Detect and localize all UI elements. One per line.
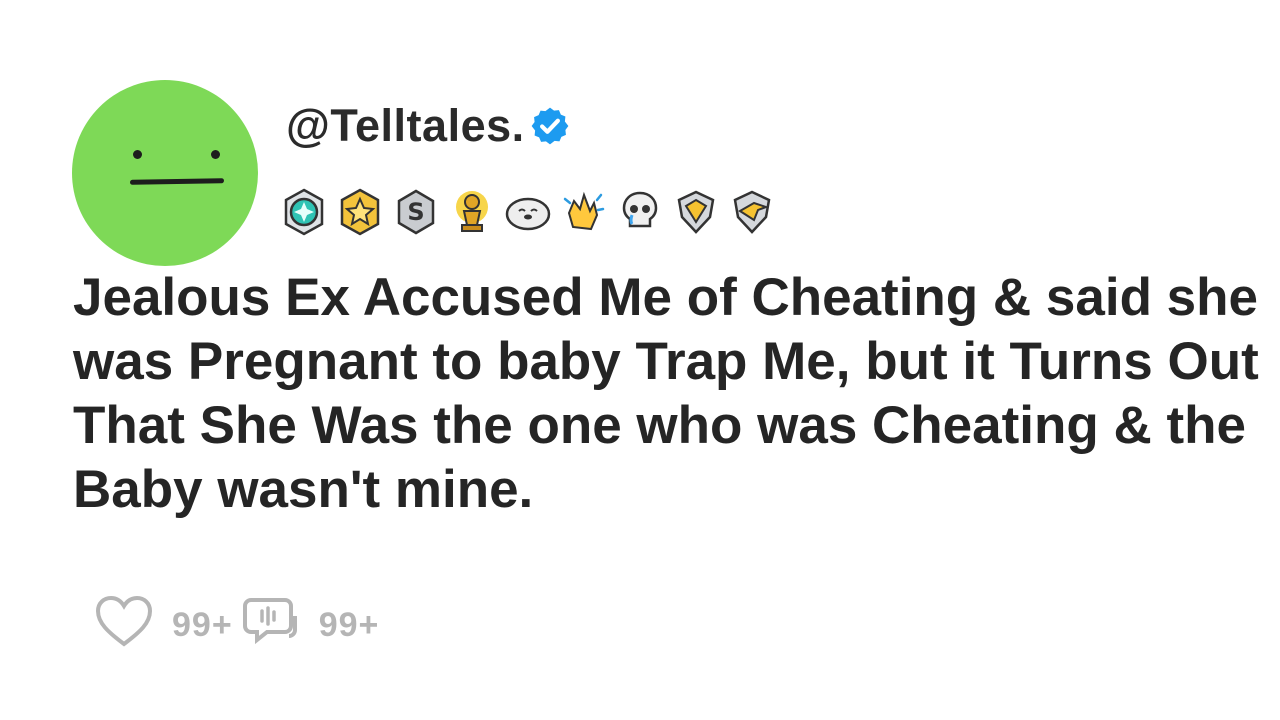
- gold-star-medal-icon: [334, 186, 386, 238]
- teal-gem-medal-icon: [278, 186, 330, 238]
- avatar[interactable]: [72, 80, 258, 266]
- comment-icon: [242, 594, 301, 657]
- gold-bird-shield-icon: [726, 186, 778, 238]
- avatar-left-eye: [133, 150, 142, 159]
- gold-trophy-figure-icon: [446, 186, 498, 238]
- avatar-mouth: [129, 178, 225, 185]
- like-count: 99+: [172, 606, 233, 644]
- comment-button[interactable]: 99+: [242, 594, 390, 657]
- crying-skull-icon: [614, 186, 666, 238]
- silver-s-medal-icon: S: [390, 186, 442, 238]
- avatar-right-eye: [211, 150, 220, 159]
- svg-text:S: S: [407, 198, 424, 226]
- clapping-hands-icon: [558, 186, 610, 238]
- verified-check-icon: [529, 105, 571, 152]
- heart-icon: [94, 594, 154, 657]
- comment-count: 99+: [318, 606, 380, 644]
- seal-icon: [502, 186, 554, 238]
- username[interactable]: @Telltales.: [286, 100, 525, 152]
- award-badges: S: [278, 186, 778, 238]
- username-row: @Telltales.: [286, 100, 571, 152]
- like-button[interactable]: 99+: [94, 594, 243, 657]
- post-actions: 99+ 99+: [94, 594, 389, 657]
- gold-diamond-shield-icon: [670, 186, 722, 238]
- post-title: Jealous Ex Accused Me of Cheating & said…: [73, 268, 1259, 519]
